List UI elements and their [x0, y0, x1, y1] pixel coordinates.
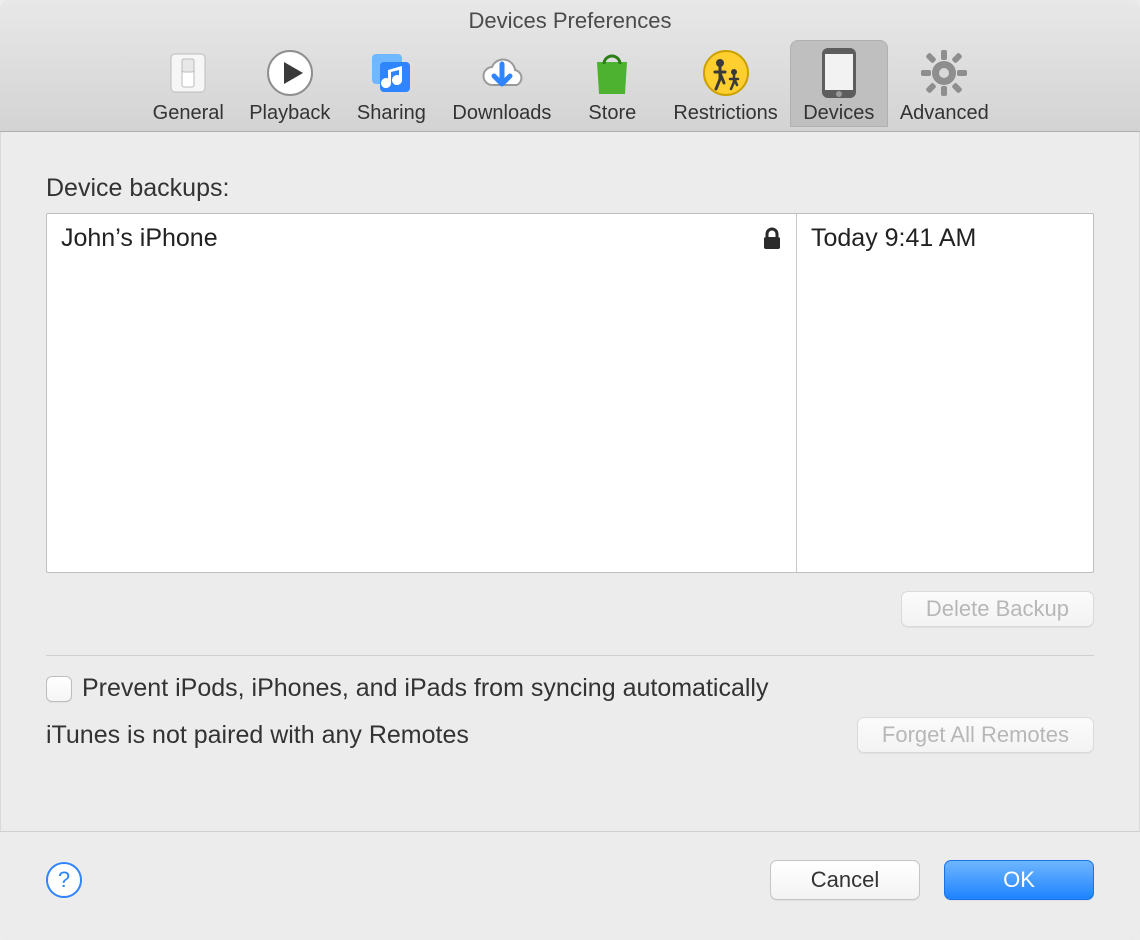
music-note-icon — [364, 46, 418, 100]
tab-playback[interactable]: Playback — [237, 40, 342, 127]
cloud-download-icon — [475, 46, 529, 100]
divider — [46, 655, 1094, 656]
tab-general-label: General — [153, 102, 224, 125]
prevent-sync-checkbox[interactable] — [46, 676, 72, 702]
prevent-sync-row: Prevent iPods, iPhones, and iPads from s… — [46, 674, 1094, 703]
prevent-sync-label: Prevent iPods, iPhones, and iPads from s… — [82, 674, 768, 703]
tab-sharing[interactable]: Sharing — [342, 40, 440, 127]
tab-store-label: Store — [588, 102, 636, 125]
delete-backup-button[interactable]: Delete Backup — [901, 591, 1094, 627]
tab-general[interactable]: General — [139, 40, 237, 127]
ok-button[interactable]: OK — [944, 860, 1094, 900]
lock-icon — [762, 227, 782, 251]
phone-icon — [812, 46, 866, 100]
shopping-bag-icon — [585, 46, 639, 100]
tab-downloads[interactable]: Downloads — [440, 40, 563, 127]
tab-restrictions-label: Restrictions — [673, 102, 777, 125]
play-icon — [263, 46, 317, 100]
content: Device backups: John’s iPhone Today 9:41… — [0, 132, 1140, 831]
gear-icon — [917, 46, 971, 100]
cancel-button[interactable]: Cancel — [770, 860, 920, 900]
tab-advanced[interactable]: Advanced — [888, 40, 1001, 127]
tab-sharing-label: Sharing — [357, 102, 426, 125]
parental-icon — [699, 46, 753, 100]
titlebar: Devices Preferences General — [0, 0, 1140, 132]
switch-icon — [161, 46, 215, 100]
backup-list-names: John’s iPhone — [47, 214, 797, 572]
window-title: Devices Preferences — [0, 8, 1140, 34]
backup-date: Today 9:41 AM — [811, 224, 1079, 253]
tab-devices[interactable]: Devices — [790, 40, 888, 127]
footer: ? Cancel OK — [0, 831, 1140, 940]
help-icon: ? — [58, 867, 70, 893]
tab-restrictions[interactable]: Restrictions — [661, 40, 789, 127]
preferences-window: Devices Preferences General — [0, 0, 1140, 940]
tab-devices-label: Devices — [803, 102, 874, 125]
device-backups-label: Device backups: — [46, 174, 1094, 203]
table-row[interactable]: John’s iPhone — [61, 224, 782, 253]
tab-advanced-label: Advanced — [900, 102, 989, 125]
tab-downloads-label: Downloads — [452, 102, 551, 125]
help-button[interactable]: ? — [46, 862, 82, 898]
toolbar: General Playback — [0, 40, 1140, 127]
backup-list-dates: Today 9:41 AM — [797, 214, 1093, 572]
remotes-status: iTunes is not paired with any Remotes — [46, 721, 469, 750]
forget-all-remotes-button[interactable]: Forget All Remotes — [857, 717, 1094, 753]
tab-store[interactable]: Store — [563, 40, 661, 127]
backup-device-name: John’s iPhone — [61, 224, 218, 253]
device-backups-list[interactable]: John’s iPhone Today 9:41 AM — [46, 213, 1094, 573]
tab-playback-label: Playback — [249, 102, 330, 125]
